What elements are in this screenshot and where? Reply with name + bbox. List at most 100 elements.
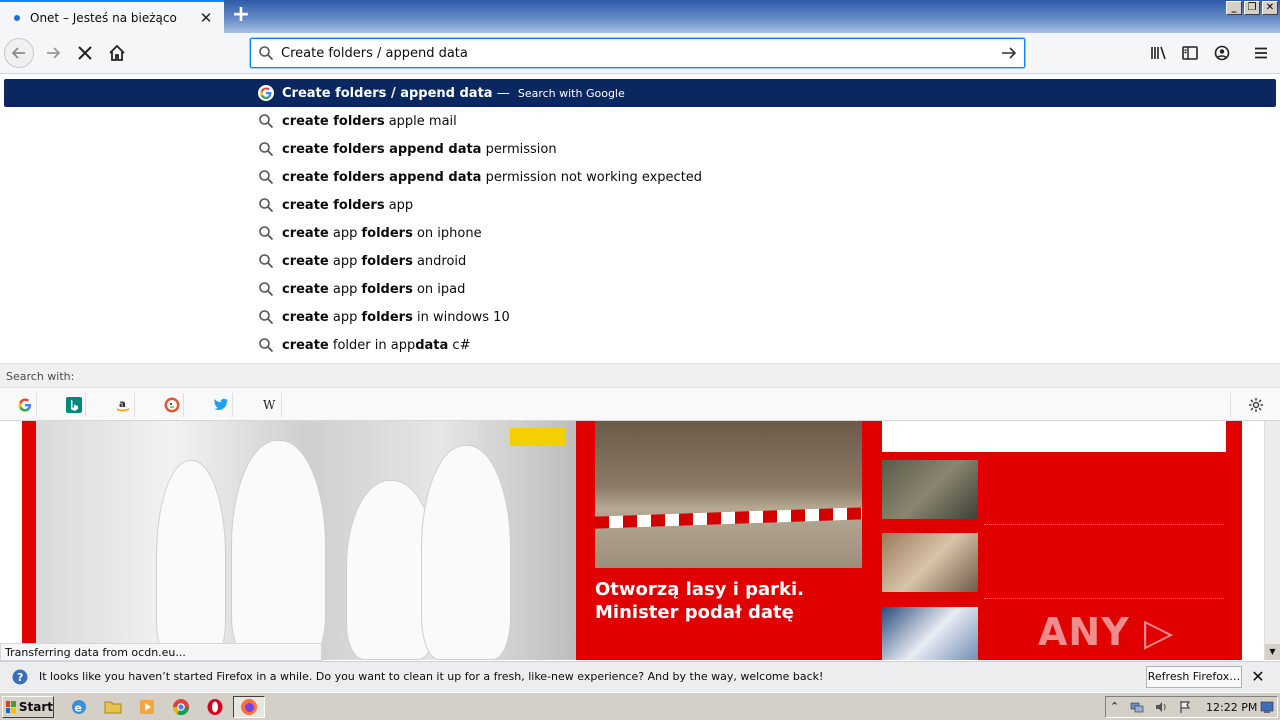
start-button[interactable]: Start: [2, 696, 54, 718]
suggestion-bold: folders: [361, 253, 413, 269]
search-icon: [259, 254, 274, 269]
show-hidden-icons-icon[interactable]: ⌃: [1110, 700, 1124, 714]
scroll-down-arrow-icon[interactable]: ▼: [1265, 644, 1280, 660]
suggestion-bold: Create folders / append data: [282, 85, 493, 101]
suggestion-row[interactable]: create folders append data permission: [4, 135, 1276, 163]
suggestion-dash: —: [492, 85, 514, 101]
folder-icon[interactable]: [104, 698, 122, 716]
search-settings-button[interactable]: [1244, 393, 1268, 417]
suggestion-text: create folders apple mail: [282, 114, 457, 129]
taskbar-clock[interactable]: 12:22 PM: [1206, 701, 1257, 714]
suggestion-row[interactable]: create folders apple mail: [4, 107, 1276, 135]
divider: [1230, 393, 1231, 417]
page-scrollbar[interactable]: ▼: [1264, 420, 1280, 660]
suggestion-rest: folder in app: [328, 337, 416, 353]
forest-path-photo[interactable]: [595, 420, 862, 568]
news-headline[interactable]: Otworzą lasy i parki. Minister podał dat…: [595, 578, 865, 624]
news-thumbnail[interactable]: [882, 460, 978, 519]
suggestion-row[interactable]: create folders app: [4, 191, 1276, 219]
opera-icon[interactable]: [206, 698, 224, 716]
suggestion-bold: folders: [361, 309, 413, 325]
suggestion-bold: create: [282, 225, 329, 241]
chrome-icon[interactable]: [172, 698, 190, 716]
photo-figure: [421, 445, 511, 660]
forward-button[interactable]: [38, 38, 68, 68]
svg-text:e: e: [75, 702, 82, 715]
refresh-firefox-button[interactable]: Refresh Firefox…: [1146, 666, 1242, 688]
go-arrow-icon[interactable]: [994, 45, 1024, 61]
suggestion-row[interactable]: create app folders on iphone: [4, 219, 1276, 247]
hero-photo-medics[interactable]: [36, 420, 576, 660]
system-tray: ⌃ 12:22 PM: [1105, 696, 1278, 718]
suggestion-row[interactable]: create app folders on ipad: [4, 275, 1276, 303]
suggestion-search-google[interactable]: Create folders / append data — Search wi…: [4, 79, 1276, 107]
suggestion-text: create app folders on ipad: [282, 282, 465, 297]
news-thumbnail[interactable]: [882, 533, 978, 592]
library-icon[interactable]: [1150, 44, 1168, 62]
restore-button[interactable]: ❐: [1244, 1, 1260, 15]
action-center-flag-icon[interactable]: [1178, 700, 1192, 714]
duckduckgo-engine-button[interactable]: [160, 393, 184, 417]
question-icon: ?: [12, 669, 28, 685]
suggestion-hint: Search with Google: [517, 86, 625, 100]
firefox-task-button[interactable]: [233, 696, 265, 718]
url-suggestions-popup: Create folders / append data — Search wi…: [0, 73, 1280, 421]
suggestion-rest: on iphone: [412, 225, 482, 241]
refresh-notification-bar: ? It looks like you haven’t started Fire…: [0, 661, 1280, 692]
sidebar-icon[interactable]: [1181, 44, 1199, 62]
minimize-button[interactable]: _: [1226, 1, 1242, 15]
amazon-engine-button[interactable]: a: [111, 393, 135, 417]
search-icon: [259, 310, 274, 325]
internet-explorer-icon[interactable]: e: [70, 698, 88, 716]
news-thumbnail[interactable]: [882, 607, 978, 660]
suggestion-rest: app: [328, 225, 362, 241]
network-icon[interactable]: [1130, 700, 1144, 714]
suggestion-rest: app: [328, 309, 362, 325]
show-desktop-icon[interactable]: [1260, 700, 1274, 714]
suggestion-bold: create: [282, 337, 329, 353]
bing-engine-button[interactable]: [62, 393, 86, 417]
url-input[interactable]: Create folders / append data: [281, 46, 994, 61]
wikipedia-engine-button[interactable]: W: [258, 393, 282, 417]
menu-hamburger-icon[interactable]: [1252, 44, 1270, 62]
suggestion-row[interactable]: create folders append data permission no…: [4, 163, 1276, 191]
suggestion-rest: c#: [448, 337, 471, 353]
status-bar: Transferring data from ocdn.eu...: [0, 643, 322, 661]
bing-icon: [65, 397, 82, 413]
volume-icon[interactable]: [1154, 700, 1168, 714]
suggestion-bold: folders: [361, 281, 413, 297]
suggestion-rest: app: [328, 253, 362, 269]
suggestion-rest: in windows 10: [412, 309, 510, 325]
suggestion-row[interactable]: create app folders in windows 10: [4, 303, 1276, 331]
suggestion-row[interactable]: create folder in appdata c#: [4, 331, 1276, 359]
tab-close-icon[interactable]: ✕: [198, 9, 214, 27]
suggestion-rest: permission not working expected: [481, 169, 703, 185]
close-icon[interactable]: ✕: [1250, 667, 1266, 686]
photo-figure: [231, 440, 326, 660]
suggestion-rest: android: [412, 253, 467, 269]
page-content: Otworzą lasy i parki. Minister podał dat…: [0, 420, 1264, 660]
new-tab-button[interactable]: +: [230, 4, 252, 28]
account-icon[interactable]: [1213, 44, 1231, 62]
search-icon: [259, 114, 274, 129]
suggestion-bold: folders: [361, 225, 413, 241]
close-window-button[interactable]: ✕: [1262, 1, 1278, 15]
stop-button[interactable]: [70, 38, 100, 68]
suggestion-row[interactable]: create app folders android: [4, 247, 1276, 275]
suggestion-bold: create: [282, 253, 329, 269]
twitter-icon: [213, 398, 228, 411]
divider: [984, 524, 1224, 525]
media-player-icon[interactable]: [138, 698, 156, 716]
twitter-engine-button[interactable]: [209, 393, 233, 417]
stop-x-icon: [78, 46, 92, 60]
ad-box: [882, 420, 1226, 452]
forward-arrow-icon: [47, 47, 61, 59]
search-icon: [259, 338, 274, 353]
url-bar[interactable]: Create folders / append data: [250, 38, 1025, 68]
google-engine-button[interactable]: [13, 393, 37, 417]
suggestion-rest: on ipad: [412, 281, 466, 297]
tab-onet[interactable]: Onet – Jesteś na bieżąco ✕: [0, 0, 224, 33]
suggestion-bold: create folders: [282, 197, 385, 213]
back-button[interactable]: [4, 38, 34, 68]
home-button[interactable]: [102, 38, 132, 68]
